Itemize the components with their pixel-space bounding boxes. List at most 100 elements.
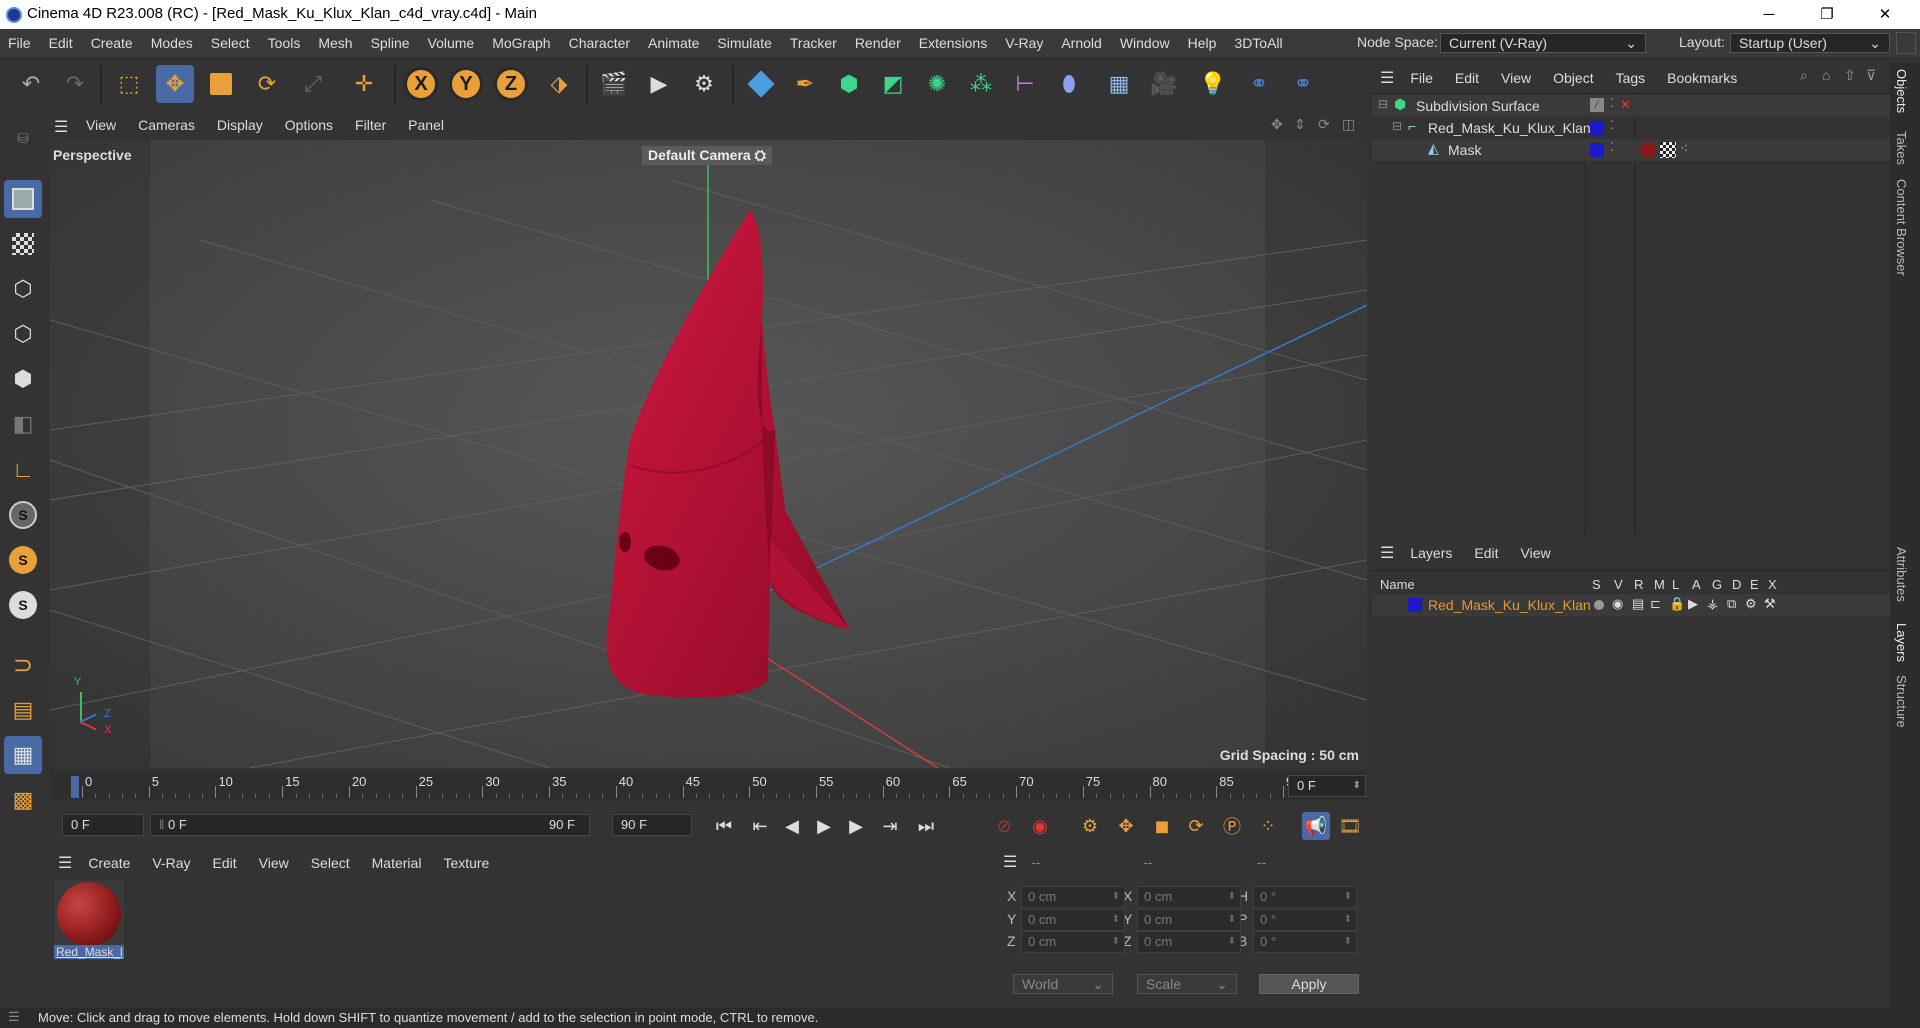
3d-viewport[interactable]: Perspective Default Camera ⛭ Grid Spacin… [50, 140, 1367, 768]
render-view-icon[interactable]: 🎬 [595, 65, 633, 103]
previous-key-icon[interactable]: ⇤ [746, 812, 774, 840]
live-selection-icon[interactable]: ⬚ [110, 65, 148, 103]
field-icon[interactable]: ⬮ [1050, 65, 1088, 103]
layer-color-swatch[interactable] [1408, 598, 1422, 612]
menu-extensions[interactable]: Extensions [919, 35, 987, 51]
layer-column-x[interactable]: X [1768, 577, 1777, 592]
viewport-menu-filter[interactable]: Filter [355, 117, 386, 133]
material-menu-view[interactable]: View [259, 855, 289, 871]
floor-icon[interactable]: ▦ [1100, 65, 1138, 103]
animation-toggle-icon[interactable]: ▶ [1688, 596, 1698, 612]
manager-toggle-icon[interactable]: ⊏ [1650, 596, 1661, 612]
menu-v-ray[interactable]: V-Ray [1005, 35, 1043, 51]
menu-modes[interactable]: Modes [151, 35, 193, 51]
key-scale-icon[interactable]: ◼ [1148, 812, 1176, 840]
menu-mesh[interactable]: Mesh [318, 35, 352, 51]
menu-animate[interactable]: Animate [648, 35, 699, 51]
lock-icon[interactable]: 🔒 [1669, 596, 1685, 612]
menu-edit[interactable]: Edit [49, 35, 73, 51]
coord-field[interactable]: 0 cm ⬍ [1021, 886, 1125, 908]
light-icon[interactable]: 💡 [1194, 65, 1232, 103]
uv-mode-icon[interactable]: ◧ [4, 405, 42, 443]
frame-range-slider[interactable]: ‖ 0 F 90 F [150, 814, 590, 836]
material-menu-v-ray[interactable]: V-Ray [152, 855, 190, 871]
viewport-menu-cameras[interactable]: Cameras [138, 117, 195, 133]
material-menu-edit[interactable]: Edit [213, 855, 237, 871]
menu-character[interactable]: Character [569, 35, 630, 51]
snap-icon[interactable]: ⊃ [4, 646, 42, 684]
stepper-icon[interactable]: ⬍ [1112, 932, 1120, 952]
stepper-icon[interactable]: ⬍ [1112, 887, 1120, 907]
menu-help[interactable]: Help [1188, 35, 1217, 51]
rotate-tool-icon[interactable]: ⟳ [248, 65, 286, 103]
expand-icon[interactable]: ⊟ [1378, 97, 1388, 111]
material-menu-material[interactable]: Material [372, 855, 422, 871]
undo-icon[interactable]: ↶ [12, 65, 50, 103]
camera-icon[interactable]: 🎥 [1145, 65, 1183, 103]
menu-mograph[interactable]: MoGraph [492, 35, 550, 51]
visible-eye-icon[interactable]: ◉ [1612, 596, 1623, 612]
vray-tag-icon[interactable]: ⁖ [1680, 140, 1688, 157]
visibility-dots-icon[interactable]: ⁚ [1610, 96, 1614, 110]
go-to-end-icon[interactable]: ⏭ [912, 812, 940, 840]
python-generator-icon[interactable]: ⚭ [1284, 65, 1322, 103]
stepper-icon[interactable]: ⬍ [1344, 910, 1352, 930]
texture-mode-icon[interactable] [4, 225, 42, 263]
last-tool-icon[interactable]: ⤢ [294, 65, 332, 103]
cloner-icon[interactable]: ✺ [918, 65, 956, 103]
material-menu-create[interactable]: Create [88, 855, 130, 871]
layer-column-e[interactable]: E [1750, 577, 1759, 592]
menu-render[interactable]: Render [855, 35, 901, 51]
menu-tools[interactable]: Tools [268, 35, 301, 51]
menu-tracker[interactable]: Tracker [790, 35, 837, 51]
previous-frame-icon[interactable]: ◀ [778, 812, 806, 840]
start-frame-field[interactable]: 0 F [62, 814, 144, 836]
tab-attributes[interactable]: Attributes [1894, 547, 1909, 602]
apply-button[interactable]: Apply [1259, 974, 1359, 994]
expand-icon[interactable]: ⊟ [1392, 119, 1402, 133]
make-editable-icon[interactable]: ⛁ [4, 119, 42, 157]
transform-mode-dropdown[interactable]: Scale ⌄ [1137, 974, 1237, 994]
grid-snap-icon[interactable]: ▤ [4, 691, 42, 729]
layer-row[interactable]: Red_Mask_Ku_Klux_Klan ◉ ▤ ⊏ 🔒 ▶ ⚶ ⧉ ⚙ ⚒ [1372, 594, 1890, 616]
xrefs-toggle-icon[interactable]: ⚒ [1764, 596, 1776, 612]
layer-column-r[interactable]: R [1634, 577, 1643, 592]
mograph-icon[interactable]: ⁂ [962, 65, 1000, 103]
coordinate-system-icon[interactable]: ⬗ [540, 65, 578, 103]
maximize-button[interactable]: ❐ [1804, 0, 1850, 29]
menu-file[interactable]: File [8, 35, 31, 51]
menu-arnold[interactable]: Arnold [1061, 35, 1101, 51]
material-menu-select[interactable]: Select [311, 855, 350, 871]
rotate-view-icon[interactable]: ⟳ [1318, 116, 1330, 133]
model-mode-icon[interactable] [4, 180, 42, 218]
coord-field[interactable]: 0 cm ⬍ [1021, 931, 1125, 953]
locked-workplane-icon[interactable]: ▦ [4, 736, 42, 774]
hamburger-menu-icon[interactable]: ☰ [1380, 543, 1394, 563]
redo-icon[interactable]: ↷ [56, 65, 94, 103]
tab-content-browser[interactable]: Content Browser [1894, 179, 1909, 276]
tab-takes[interactable]: Takes [1894, 131, 1909, 165]
layer-column-name[interactable]: Name [1380, 577, 1415, 592]
zoom-view-icon[interactable]: ⇕ [1294, 116, 1306, 133]
viewport-menu-display[interactable]: Display [217, 117, 263, 133]
polygon-mode-icon[interactable]: ⬢ [4, 360, 42, 398]
menu-3dtoall[interactable]: 3DToAll [1234, 35, 1282, 51]
play-icon[interactable]: ▶ [810, 812, 838, 840]
cube-primitive-icon[interactable] [742, 65, 780, 103]
tab-structure[interactable]: Structure [1894, 675, 1909, 728]
coord-field[interactable]: 0 cm ⬍ [1137, 931, 1241, 953]
object-row-mask[interactable]: ◭ Mask ⁚ ⁖ [1372, 139, 1890, 161]
stepper-icon[interactable]: ⬍ [1228, 932, 1236, 952]
hamburger-menu-icon[interactable]: ☰ [1003, 852, 1017, 872]
move-tool-icon[interactable]: ✥ [156, 65, 194, 103]
next-key-icon[interactable]: ⇥ [876, 812, 904, 840]
layer-column-m[interactable]: M [1654, 577, 1665, 592]
workplane-icon[interactable]: ∟ [4, 451, 42, 489]
coord-field[interactable]: 0 ° ⬍ [1253, 931, 1357, 953]
scale-tool-icon[interactable] [202, 65, 240, 103]
y-axis-lock-button[interactable]: Y [447, 65, 485, 103]
pan-view-icon[interactable]: ✥ [1271, 116, 1283, 133]
record-keys-icon[interactable]: ⊘ [990, 812, 1018, 840]
coord-field[interactable]: 0 ° ⬍ [1253, 908, 1357, 931]
playhead[interactable] [71, 776, 79, 798]
